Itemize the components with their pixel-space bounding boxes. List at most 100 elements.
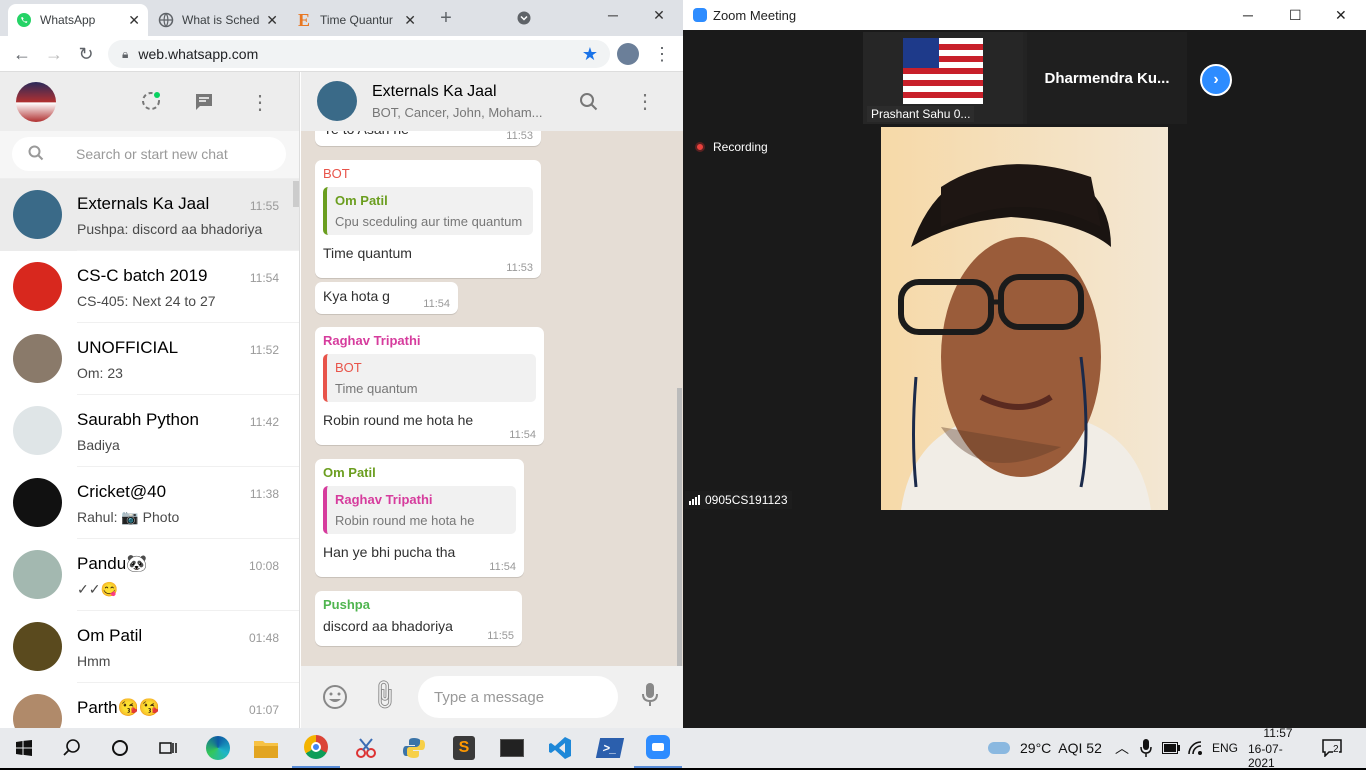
message-time: 11:54 <box>423 298 450 310</box>
maximize-icon[interactable]: ☐ <box>1289 7 1302 24</box>
minimize-icon[interactable]: ─ <box>1243 7 1253 23</box>
menu-icon[interactable]: ⋮ <box>635 89 655 114</box>
file-explorer-icon[interactable] <box>242 728 290 768</box>
new-chat-icon[interactable] <box>194 92 214 117</box>
powershell-icon[interactable]: >_ <box>586 728 634 768</box>
clock-date: 16-07-2021 <box>1248 742 1283 770</box>
chat-item[interactable]: Om Patil 01:48 Hmm <box>0 611 299 683</box>
chat-avatar <box>13 406 62 455</box>
wifi-icon[interactable] <box>1188 728 1204 768</box>
chat-item[interactable]: CS-C batch 2019 11:54 CS-405: Next 24 to 2… <box>0 251 299 323</box>
close-window-icon[interactable]: ✕ <box>1335 7 1347 24</box>
vscode-icon[interactable] <box>536 728 584 768</box>
reload-icon[interactable]: ↻ <box>74 42 98 66</box>
minimize-icon[interactable]: ─ <box>590 0 636 30</box>
chat-item[interactable]: UNOFFICIAL 11:52 Om: 23 <box>0 323 299 395</box>
conversation-title[interactable]: Externals Ka Jaal <box>372 83 497 101</box>
browser-window: WhatsApp ✕ What is Sched ✕ E Time Quantu… <box>0 0 683 728</box>
forward-icon[interactable]: → <box>42 42 66 66</box>
chrome-icon[interactable] <box>292 728 340 768</box>
chat-item[interactable]: Pandu🐼 10:08 ✓✓😋 <box>0 539 299 611</box>
snipping-tool-icon[interactable] <box>342 728 390 768</box>
chat-name: UNOFFICIAL <box>77 338 179 357</box>
edge-icon[interactable] <box>194 728 242 768</box>
menu-dots-icon[interactable]: ⋮ <box>650 42 674 66</box>
quoted-message[interactable]: Om Patil Cpu sceduling aur time quantum <box>323 187 533 235</box>
back-icon[interactable]: ← <box>10 42 34 66</box>
profile-icon[interactable] <box>616 42 640 66</box>
chat-item[interactable]: Externals Ka Jaal 11:55 Pushpa: discord aa… <box>0 179 299 251</box>
close-tab-icon[interactable]: ✕ <box>128 12 140 29</box>
cortana-icon[interactable] <box>96 728 144 768</box>
quoted-sender: Raghav Tripathi <box>335 492 433 507</box>
chat-time: 01:48 <box>248 631 279 645</box>
quoted-message[interactable]: BOT Time quantum <box>323 354 536 402</box>
chat-item[interactable]: Cricket@40 11:38 Rahul: 📷 Photo <box>0 467 299 539</box>
next-page-icon[interactable]: › <box>1200 64 1232 96</box>
tab-time-quantum[interactable]: E Time Quantur ✕ <box>288 4 424 36</box>
chat-item[interactable]: Saurabh Python 11:42 Badiya <box>0 395 299 467</box>
chat-time: 11:42 <box>249 415 279 429</box>
chat-name: Om Patil <box>77 626 143 645</box>
active-speaker-video[interactable] <box>881 127 1168 510</box>
new-tab-icon[interactable]: + <box>434 6 458 30</box>
task-view-icon[interactable] <box>144 728 192 768</box>
status-icon[interactable] <box>140 90 162 117</box>
conversation-members: BOT, Cancer, John, Moham... <box>372 105 543 120</box>
chat-preview: Pushpa: discord aa bhadoriya <box>77 221 263 237</box>
zoom-app-icon[interactable] <box>634 728 682 768</box>
close-tab-icon[interactable]: ✕ <box>266 12 278 29</box>
record-dot-icon <box>695 142 705 152</box>
emoji-icon[interactable] <box>322 684 348 715</box>
participant-name: Prashant Sahu 0... <box>867 106 975 122</box>
show-hidden-icons-icon[interactable]: ︿ <box>1115 728 1129 768</box>
microphone-icon[interactable] <box>641 682 659 713</box>
windows-start-icon[interactable] <box>0 728 48 768</box>
search-input[interactable]: Search or start new chat <box>12 137 286 171</box>
chat-list-scrollbar[interactable] <box>293 181 299 207</box>
search-icon[interactable] <box>48 728 96 768</box>
group-avatar[interactable] <box>317 81 357 121</box>
mysql-icon[interactable] <box>488 728 536 768</box>
sublime-text-icon[interactable]: S <box>440 728 488 768</box>
search-bar: Search or start new chat <box>0 131 299 179</box>
chat-name: Parth😘😘 <box>77 698 160 717</box>
message-bubble[interactable]: BOT Om Patil Cpu sceduling aur time quan… <box>315 160 541 278</box>
search-messages-icon[interactable] <box>579 92 599 117</box>
battery-icon[interactable] <box>1162 728 1180 768</box>
chat-preview: Om: 23 <box>77 365 123 381</box>
message-bubble[interactable]: Om Patil Raghav Tripathi Robin round me … <box>315 459 524 577</box>
python-icon[interactable] <box>390 728 438 768</box>
chat-item[interactable]: Parth😘😘 01:07 <box>0 683 299 728</box>
address-bar[interactable]: 🔒︎ web.whatsapp.com ★ <box>108 40 610 68</box>
message-bubble[interactable]: Kya hota g 11:54 <box>315 282 458 314</box>
menu-icon[interactable]: ⋮ <box>250 90 270 115</box>
search-placeholder: Search or start new chat <box>76 146 228 162</box>
tab-title: WhatsApp <box>40 13 96 27</box>
bookmark-star-icon[interactable]: ★ <box>582 44 598 65</box>
weather-widget[interactable]: 29°C AQI 52 <box>988 728 1102 768</box>
attach-icon[interactable]: 📎︎ <box>365 676 403 714</box>
microphone-icon[interactable] <box>1140 728 1152 768</box>
notification-center-icon[interactable]: 2 <box>1322 728 1342 768</box>
close-window-icon[interactable]: ✕ <box>636 0 682 30</box>
quoted-message[interactable]: Raghav Tripathi Robin round me hota he <box>323 486 516 534</box>
my-avatar[interactable] <box>16 82 56 122</box>
language-indicator[interactable]: ENG <box>1212 728 1238 768</box>
clock[interactable]: 11:57 16-07-2021 <box>1248 726 1308 770</box>
participant-tile[interactable]: Prashant Sahu 0... <box>863 32 1023 124</box>
tab-whatsapp[interactable]: WhatsApp ✕ <box>8 4 148 36</box>
tab-search-icon[interactable] <box>512 6 536 30</box>
chat-name: Cricket@40 <box>77 482 167 501</box>
message-text: Time quantum <box>323 245 412 261</box>
message-sender: BOT <box>323 166 350 181</box>
conversation-scrollbar[interactable] <box>677 388 682 666</box>
message-bubble[interactable]: Pushpa discord aa bhadoriya 11:55 <box>315 591 522 646</box>
message-input[interactable]: Type a message <box>418 676 618 718</box>
tab-title: What is Sched <box>182 13 260 27</box>
tab-what-is-sched[interactable]: What is Sched ✕ <box>150 4 286 36</box>
message-bubble[interactable]: Raghav Tripathi BOT Time quantum Robin r… <box>315 327 544 445</box>
participant-tile[interactable]: Dharmendra Ku... <box>1027 32 1187 124</box>
close-tab-icon[interactable]: ✕ <box>404 12 416 29</box>
zoom-title: Zoom Meeting <box>713 7 797 23</box>
